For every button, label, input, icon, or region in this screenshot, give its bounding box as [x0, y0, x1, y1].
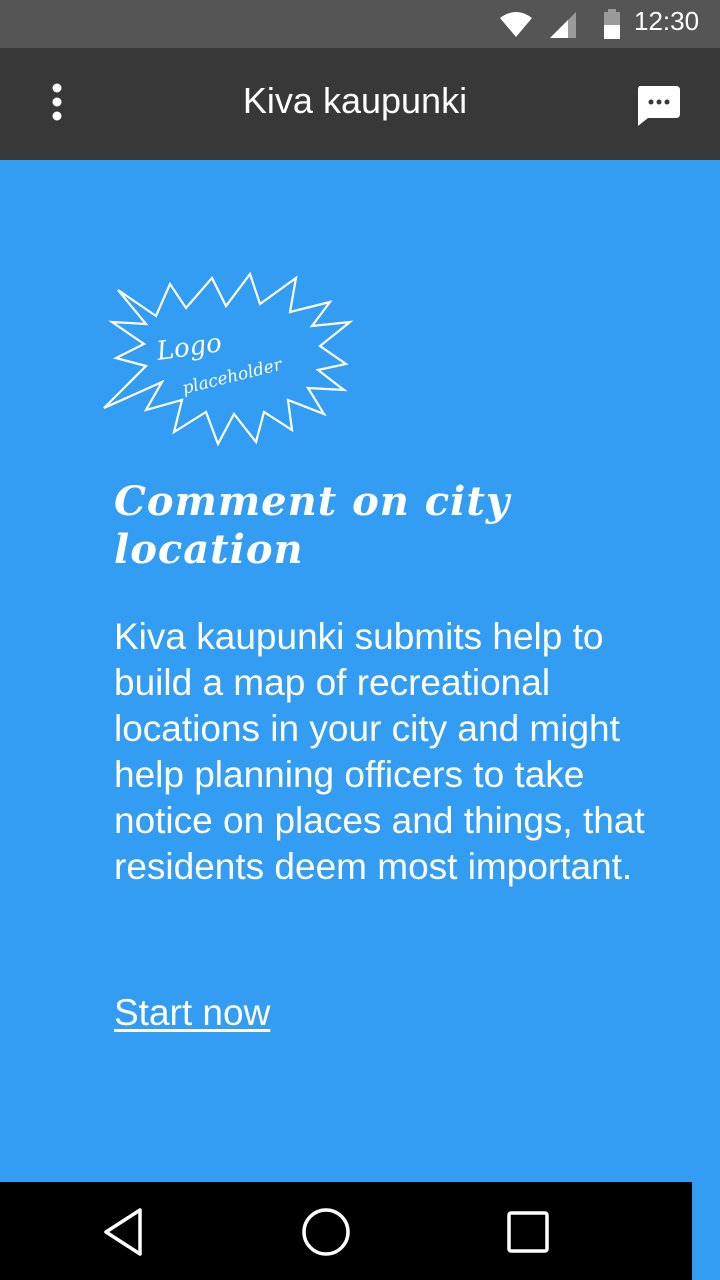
- status-bar: 12:30: [0, 0, 720, 48]
- status-time: 12:30: [634, 6, 700, 36]
- wifi-icon: [500, 12, 532, 37]
- description-text: Kiva kaupunki submits help to build a ma…: [114, 616, 645, 887]
- chat-bubble-icon[interactable]: [634, 82, 682, 130]
- start-now-link[interactable]: Start now: [114, 992, 270, 1034]
- battery-icon: [604, 9, 620, 39]
- logo-starburst: [103, 272, 354, 447]
- page-headline: Comment on city location: [114, 478, 511, 573]
- cell-signal-icon: [550, 12, 576, 38]
- home-icon[interactable]: [298, 1204, 354, 1260]
- back-icon[interactable]: [96, 1204, 152, 1260]
- logo-placeholder: Logo placeholder: [103, 272, 354, 447]
- nav-bar: [0, 1182, 692, 1280]
- nav-bar-edge: [692, 1182, 720, 1280]
- logo-text-line1: Logo: [154, 328, 224, 367]
- app-bar: Kiva kaupunki: [0, 48, 720, 160]
- app-title: Kiva kaupunki: [242, 80, 468, 121]
- recents-icon[interactable]: [500, 1204, 556, 1260]
- screen: 12:30 Kiva kaupunki Logo placeholder Com…: [0, 0, 720, 1280]
